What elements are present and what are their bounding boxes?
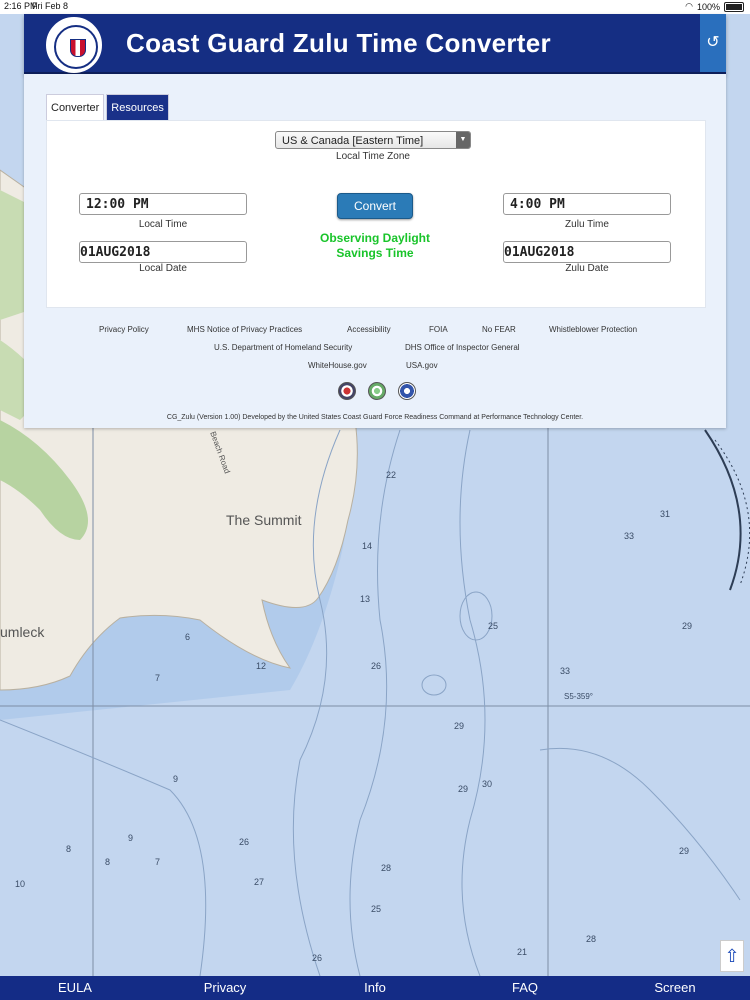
bearing-label: S5-359°: [564, 692, 593, 701]
map-place-umleck: umleck: [0, 624, 45, 640]
dhs-seal-icon[interactable]: [338, 382, 356, 400]
footer-link-dhs-oig[interactable]: DHS Office of Inspector General: [405, 343, 520, 352]
status-right: ◠ 100%: [685, 1, 744, 12]
depth-sounding: 21: [517, 947, 528, 957]
seal-shield: [70, 39, 86, 57]
convert-button[interactable]: Convert: [337, 193, 413, 219]
zulu-time-field[interactable]: 4:00 PM: [503, 193, 671, 215]
nav-faq[interactable]: FAQ: [450, 976, 600, 1000]
battery-icon: [724, 1, 744, 12]
depth-sounding: 33: [624, 531, 635, 541]
footer-link-foia[interactable]: FOIA: [429, 325, 448, 334]
depth-sounding: 26: [239, 837, 250, 847]
map-place-the-summit: The Summit: [226, 512, 302, 528]
depth-sounding: 31: [660, 509, 671, 519]
dst-line-1: Observing Daylight: [319, 231, 431, 245]
agency-icons: [338, 382, 416, 400]
depth-sounding: 13: [360, 594, 371, 604]
tab-resources[interactable]: Resources: [106, 94, 169, 121]
timezone-label: Local Time Zone: [336, 151, 410, 162]
footer-link-whistleblower[interactable]: Whistleblower Protection: [549, 325, 637, 334]
depth-sounding: 29: [679, 846, 690, 856]
depth-sounding: 12: [256, 661, 267, 671]
depth-sounding: 6: [185, 632, 191, 642]
footer-link-whitehouse[interactable]: WhiteHouse.gov: [308, 361, 367, 370]
depth-sounding: 28: [586, 934, 597, 944]
depth-sounding: 26: [312, 953, 323, 963]
depth-sounding: 14: [362, 541, 373, 551]
footer-link-accessibility[interactable]: Accessibility: [347, 325, 391, 334]
refresh-icon: ↺: [706, 34, 720, 51]
depth-sounding: 30: [482, 779, 493, 789]
dst-status: Observing Daylight Savings Time: [297, 231, 453, 261]
zulu-time-label: Zulu Time: [565, 219, 609, 230]
converter-panel: Converter Resources US & Canada [Eastern…: [24, 74, 726, 428]
status-bar: 2:16 PM Fri Feb 8 ◠ 100%: [0, 0, 750, 14]
depth-sounding: 28: [381, 863, 392, 873]
local-date-label: Local Date: [139, 263, 187, 274]
scroll-top-button[interactable]: ⇧: [720, 940, 744, 972]
wifi-icon: ◠: [685, 1, 693, 11]
status-date: Fri Feb 8: [32, 1, 69, 11]
zulu-date-field[interactable]: 01AUG2018: [503, 241, 671, 263]
timezone-value: US & Canada [Eastern Time]: [282, 135, 424, 147]
depth-sounding: 27: [254, 877, 265, 887]
nav-privacy[interactable]: Privacy: [150, 976, 300, 1000]
depth-sounding: 7: [155, 857, 161, 867]
depth-sounding: 9: [128, 833, 134, 843]
seal-ring: [54, 25, 98, 69]
footer-link-dhs[interactable]: U.S. Department of Homeland Security: [214, 343, 352, 352]
version-credit: CG_Zulu (Version 1.00) Developed by the …: [166, 414, 584, 421]
local-time-label: Local Time: [138, 219, 188, 230]
footer-link-mhs-notice[interactable]: MHS Notice of Privacy Practices: [187, 325, 302, 334]
arrow-up-icon: ⇧: [724, 946, 740, 966]
footer-link-usa-gov[interactable]: USA.gov: [406, 361, 438, 370]
nav-info[interactable]: Info: [300, 976, 450, 1000]
dst-line-2: Savings Time: [336, 246, 414, 260]
app-title: Coast Guard Zulu Time Converter: [126, 28, 551, 58]
tab-bar: Converter Resources: [46, 94, 169, 121]
timezone-select[interactable]: US & Canada [Eastern Time] ▼: [275, 131, 471, 149]
depth-sounding: 25: [371, 904, 382, 914]
tab-converter[interactable]: Converter: [46, 94, 105, 121]
depth-sounding: 29: [454, 721, 465, 731]
forcecom-seal-icon[interactable]: [368, 382, 386, 400]
local-date-field[interactable]: 01AUG2018: [79, 241, 247, 263]
bottom-nav: EULA Privacy Info FAQ Screen: [0, 976, 750, 1000]
refresh-button[interactable]: ↺: [700, 14, 726, 72]
nav-screen[interactable]: Screen: [600, 976, 750, 1000]
chevron-down-icon: ▼: [456, 132, 470, 148]
ptc-seal-icon[interactable]: [398, 382, 416, 400]
local-time-field[interactable]: 12:00 PM: [79, 193, 247, 215]
footer-link-no-fear[interactable]: No FEAR: [482, 325, 516, 334]
nav-eula[interactable]: EULA: [0, 976, 150, 1000]
depth-sounding: 22: [386, 470, 397, 480]
depth-sounding: 10: [15, 879, 26, 889]
depth-sounding: 8: [105, 857, 111, 867]
depth-sounding: 26: [371, 661, 382, 671]
coast-guard-seal-icon: [46, 17, 102, 73]
app-header: Coast Guard Zulu Time Converter ↺: [24, 14, 726, 74]
depth-sounding: 33: [560, 666, 571, 676]
depth-sounding: 8: [66, 844, 72, 854]
depth-sounding: 9: [173, 774, 179, 784]
battery-percent: 100%: [696, 1, 720, 12]
zulu-date-label: Zulu Date: [565, 263, 609, 274]
converter-card: US & Canada [Eastern Time] ▼ Local Time …: [46, 120, 706, 308]
footer-link-privacy-policy[interactable]: Privacy Policy: [99, 325, 149, 334]
depth-sounding: 29: [682, 621, 693, 631]
depth-sounding: 29: [458, 784, 469, 794]
depth-sounding: 7: [155, 673, 161, 683]
depth-sounding: 25: [488, 621, 499, 631]
